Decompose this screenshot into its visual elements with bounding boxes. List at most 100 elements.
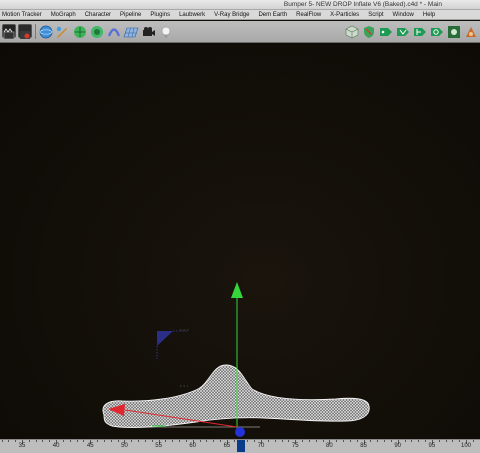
menu-bar: Motion Tracker MoGraph Character Pipeline Pl… bbox=[0, 10, 480, 20]
ruler-label: 50 bbox=[121, 443, 128, 449]
menu-item-plugins[interactable]: Plugins bbox=[150, 12, 170, 18]
tag-icon[interactable] bbox=[430, 24, 444, 38]
ruler-tick bbox=[131, 440, 133, 442]
menu-item-laubwerk[interactable]: Laubwerk bbox=[179, 12, 205, 18]
ruler-tick bbox=[144, 440, 146, 442]
ruler-label: 35 bbox=[18, 443, 26, 449]
ruler-tick bbox=[459, 440, 461, 442]
ruler-label: 95 bbox=[428, 443, 436, 449]
ruler-label: 55 bbox=[155, 443, 162, 449]
ruler-tick bbox=[452, 440, 454, 442]
ruler-tick bbox=[349, 440, 351, 442]
film-clapper-icon[interactable] bbox=[2, 24, 16, 40]
sphere-primitive-icon[interactable] bbox=[39, 24, 53, 39]
playhead-marker[interactable] bbox=[236, 440, 245, 452]
subdivision-icon[interactable] bbox=[73, 24, 87, 38]
menu-item-character[interactable]: Character bbox=[85, 12, 111, 18]
ruler-tick bbox=[445, 440, 447, 442]
z-axis-handle[interactable] bbox=[235, 426, 245, 437]
ruler-label: 75 bbox=[291, 443, 299, 449]
tag-icon[interactable] bbox=[379, 24, 393, 38]
shield-icon[interactable] bbox=[362, 24, 376, 38]
ruler-tick bbox=[220, 440, 222, 442]
ruler-label: 100 bbox=[460, 443, 472, 449]
ruler-tick bbox=[288, 440, 290, 442]
ruler-tick bbox=[247, 440, 249, 442]
light-bulb-icon[interactable] bbox=[159, 24, 173, 38]
ruler-tick bbox=[15, 440, 17, 442]
ruler-tick bbox=[308, 440, 310, 442]
ruler-tick bbox=[254, 440, 256, 442]
ruler-tick bbox=[1, 440, 3, 442]
ruler-tick bbox=[199, 440, 201, 442]
ruler-tick bbox=[69, 440, 71, 442]
deformer-icon[interactable] bbox=[107, 24, 121, 38]
camera-icon[interactable] bbox=[142, 24, 156, 38]
ruler-tick bbox=[315, 440, 317, 442]
ruler-tick bbox=[28, 440, 30, 442]
array-icon[interactable] bbox=[90, 24, 104, 38]
ruler-tick bbox=[472, 440, 474, 442]
plane-handle[interactable] bbox=[156, 330, 188, 359]
3d-viewport[interactable] bbox=[0, 43, 480, 439]
ruler-tick bbox=[83, 440, 85, 442]
ruler-tick bbox=[384, 440, 386, 442]
ruler-tick bbox=[274, 440, 276, 442]
ruler-tick bbox=[76, 440, 78, 442]
ruler-tick bbox=[390, 440, 392, 442]
ruler-tick bbox=[97, 440, 99, 442]
tag-icon[interactable] bbox=[396, 24, 410, 38]
ruler-tick bbox=[343, 440, 345, 442]
ruler-tick bbox=[151, 440, 153, 442]
ruler-label: 40 bbox=[52, 443, 60, 449]
tag-icon[interactable] bbox=[413, 24, 427, 38]
ruler-tick bbox=[35, 440, 37, 442]
ruler-tick bbox=[62, 440, 64, 442]
menu-item-window[interactable]: Window bbox=[393, 12, 414, 18]
window-title: Bumper 5- NEW DROP Inflate V6 (Baked).c4… bbox=[283, 1, 442, 8]
ruler-tick bbox=[425, 440, 426, 442]
ruler-tick bbox=[117, 440, 119, 442]
ruler-label: 80 bbox=[326, 443, 333, 449]
pen-spline-icon[interactable] bbox=[55, 24, 69, 38]
ruler-label: 90 bbox=[394, 443, 402, 449]
menu-item-help[interactable]: Help bbox=[423, 12, 435, 18]
ruler-tick bbox=[418, 440, 420, 442]
ruler-tick bbox=[138, 440, 140, 442]
ruler-label: 70 bbox=[257, 443, 265, 449]
inflated-mesh[interactable] bbox=[102, 364, 370, 428]
ruler-tick bbox=[404, 440, 406, 442]
menu-item-mograph[interactable]: MoGraph bbox=[51, 12, 76, 18]
toolbar bbox=[0, 21, 480, 43]
ruler-tick bbox=[49, 440, 51, 442]
menu-item-v-ray-bridge[interactable]: V-Ray Bridge bbox=[214, 12, 249, 18]
ruler-tick bbox=[206, 440, 208, 442]
menu-item-motion-tracker[interactable]: Motion Tracker bbox=[2, 12, 42, 18]
ruler-tick bbox=[336, 440, 338, 442]
ruler-tick bbox=[267, 440, 269, 442]
floor-grid-icon[interactable] bbox=[123, 24, 139, 38]
selection-bounds bbox=[180, 329, 190, 387]
ruler-tick bbox=[42, 440, 44, 442]
ruler-tick bbox=[356, 440, 358, 442]
menu-item-x-particles[interactable]: X-Particles bbox=[330, 12, 359, 18]
menu-item-pipeline[interactable]: Pipeline bbox=[120, 12, 141, 18]
timeline-ruler[interactable]: 35 40 45 50 55 60 65 70 75 80 85 90 95 100 bbox=[0, 439, 480, 453]
ruler-tick bbox=[377, 440, 379, 442]
toolbar-separator bbox=[35, 24, 36, 39]
ruler-tick bbox=[411, 440, 413, 442]
render-settings-icon[interactable] bbox=[18, 24, 32, 39]
cube-snap-icon[interactable] bbox=[345, 24, 359, 39]
material-icon[interactable] bbox=[464, 24, 478, 38]
menu-item-script[interactable]: Script bbox=[368, 12, 383, 18]
ruler-tick bbox=[172, 440, 174, 442]
ruler-tick bbox=[302, 440, 304, 442]
gear-icon[interactable] bbox=[447, 24, 461, 38]
ruler-tick bbox=[110, 440, 112, 442]
viewport-scene bbox=[102, 282, 370, 437]
menu-item-realflow[interactable]: RealFlow bbox=[296, 12, 321, 18]
ruler-tick bbox=[370, 440, 372, 442]
title-bar: Bumper 5- NEW DROP Inflate V6 (Baked).c4… bbox=[0, 0, 480, 10]
ruler-tick bbox=[281, 440, 283, 442]
menu-item-dem-earth[interactable]: Dem Earth bbox=[258, 12, 287, 18]
